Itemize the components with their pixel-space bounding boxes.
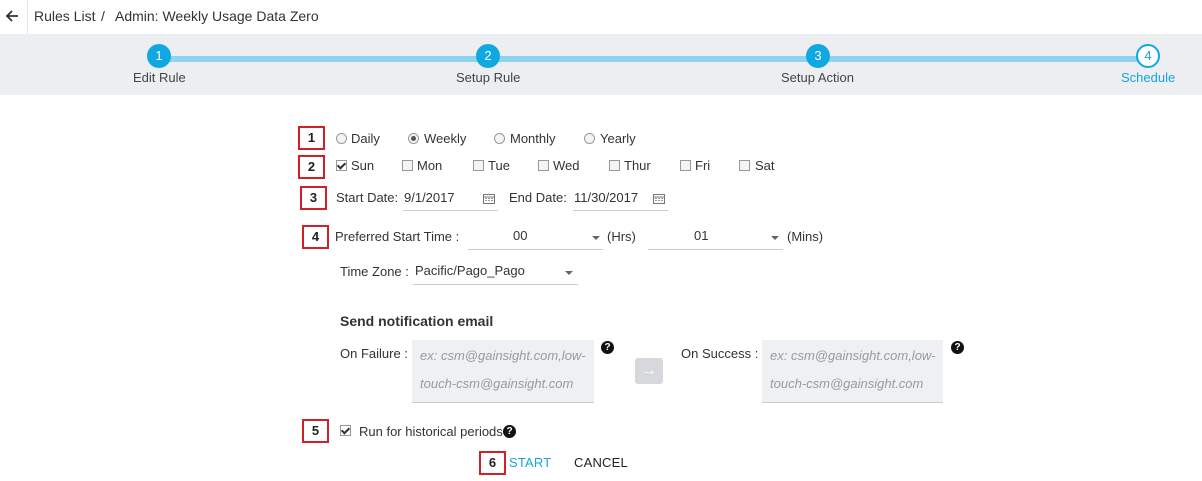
failure-placeholder-line1: ex: csm@gainsight.com,low-	[420, 348, 586, 363]
checkbox-wed[interactable]	[538, 160, 549, 171]
radio-yearly-label[interactable]: Yearly	[600, 131, 636, 146]
success-placeholder-line2: touch-csm@gainsight.com	[770, 376, 924, 391]
checkbox-mon-label[interactable]: Mon	[417, 158, 442, 173]
end-date-value: 11/30/2017	[574, 190, 639, 205]
start-time-label: Preferred Start Time :	[335, 229, 460, 244]
step-3-circle[interactable]: 3	[806, 44, 830, 68]
step-1-label[interactable]: Edit Rule	[133, 70, 186, 85]
help-icon[interactable]: ?	[601, 341, 614, 354]
time-zone-label: Time Zone :	[340, 264, 409, 279]
historical-label[interactable]: Run for historical periods	[359, 424, 503, 439]
wizard-stepper: 1 Edit Rule 2 Setup Rule 3 Setup Action …	[0, 34, 1202, 95]
checkbox-sun[interactable]	[336, 160, 347, 171]
minutes-unit: (Mins)	[787, 229, 824, 244]
cancel-button[interactable]: CANCEL	[574, 455, 628, 470]
start-date-value: 9/1/2017	[404, 190, 455, 205]
divider	[27, 0, 28, 34]
marker-3: 3	[300, 186, 327, 210]
help-icon[interactable]: ?	[951, 341, 964, 354]
hours-value: 00	[513, 228, 528, 243]
time-zone-select[interactable]: Pacific/Pago_Pago	[413, 260, 578, 285]
notification-title: Send notification email	[340, 313, 494, 329]
radio-daily-label[interactable]: Daily	[351, 131, 380, 146]
marker-5: 5	[302, 419, 329, 443]
breadcrumb-current: Admin: Weekly Usage Data Zero	[115, 8, 319, 24]
end-date-label: End Date:	[509, 190, 567, 205]
checkbox-sat[interactable]	[739, 160, 750, 171]
radio-daily[interactable]	[336, 133, 347, 144]
chevron-down-icon	[565, 271, 573, 275]
step-3-label[interactable]: Setup Action	[781, 70, 854, 85]
step-4-circle[interactable]: 4	[1136, 44, 1160, 68]
checkbox-tue[interactable]	[473, 160, 484, 171]
minutes-value: 01	[694, 228, 709, 243]
checkbox-mon[interactable]	[402, 160, 413, 171]
checkbox-sun-label[interactable]: Sun	[351, 158, 374, 173]
radio-yearly[interactable]	[584, 133, 595, 144]
radio-monthly[interactable]	[494, 133, 505, 144]
marker-2: 2	[298, 155, 325, 179]
chevron-down-icon	[771, 236, 779, 240]
step-1-circle[interactable]: 1	[147, 44, 171, 68]
checkbox-tue-label[interactable]: Tue	[488, 158, 510, 173]
calendar-icon[interactable]	[483, 193, 495, 204]
checkbox-sat-label[interactable]: Sat	[755, 158, 775, 173]
marker-6: 6	[479, 451, 506, 475]
start-date-label: Start Date:	[336, 190, 399, 205]
step-4-label[interactable]: Schedule	[1121, 70, 1175, 85]
radio-weekly[interactable]	[408, 133, 419, 144]
checkbox-thur[interactable]	[609, 160, 620, 171]
success-placeholder-line1: ex: csm@gainsight.com,low-	[770, 348, 936, 363]
failure-email-field[interactable]: ex: csm@gainsight.com,low- touch-csm@gai…	[412, 340, 594, 403]
breadcrumb-rules-list[interactable]: Rules List	[34, 8, 95, 24]
on-success-label: On Success :	[681, 346, 759, 361]
time-zone-value: Pacific/Pago_Pago	[415, 263, 525, 278]
radio-monthly-label[interactable]: Monthly	[510, 131, 556, 146]
failure-placeholder-line2: touch-csm@gainsight.com	[420, 376, 574, 391]
on-failure-label: On Failure :	[340, 346, 408, 361]
copy-emails-arrow-button[interactable]: →	[635, 358, 663, 384]
calendar-icon[interactable]	[653, 193, 665, 204]
chevron-down-icon	[592, 236, 600, 240]
back-arrow-icon[interactable]	[4, 8, 20, 24]
step-2-circle[interactable]: 2	[476, 44, 500, 68]
hours-select[interactable]: 00	[468, 225, 603, 250]
historical-checkbox[interactable]	[340, 425, 351, 436]
start-button[interactable]: START	[509, 455, 551, 470]
checkbox-wed-label[interactable]: Wed	[553, 158, 580, 173]
checkbox-fri[interactable]	[680, 160, 691, 171]
marker-4: 4	[302, 225, 329, 249]
success-email-field[interactable]: ex: csm@gainsight.com,low- touch-csm@gai…	[762, 340, 943, 403]
step-2-label[interactable]: Setup Rule	[456, 70, 520, 85]
radio-weekly-label[interactable]: Weekly	[424, 131, 466, 146]
checkbox-thur-label[interactable]: Thur	[624, 158, 651, 173]
checkbox-fri-label[interactable]: Fri	[695, 158, 710, 173]
help-icon[interactable]: ?	[503, 425, 516, 438]
hours-unit: (Hrs)	[607, 229, 636, 244]
breadcrumb-separator: /	[101, 8, 105, 24]
top-bar: Rules List / Admin: Weekly Usage Data Ze…	[0, 0, 1202, 34]
stepper-track	[162, 56, 1148, 62]
marker-1: 1	[298, 126, 325, 150]
minutes-select[interactable]: 01	[648, 225, 783, 250]
